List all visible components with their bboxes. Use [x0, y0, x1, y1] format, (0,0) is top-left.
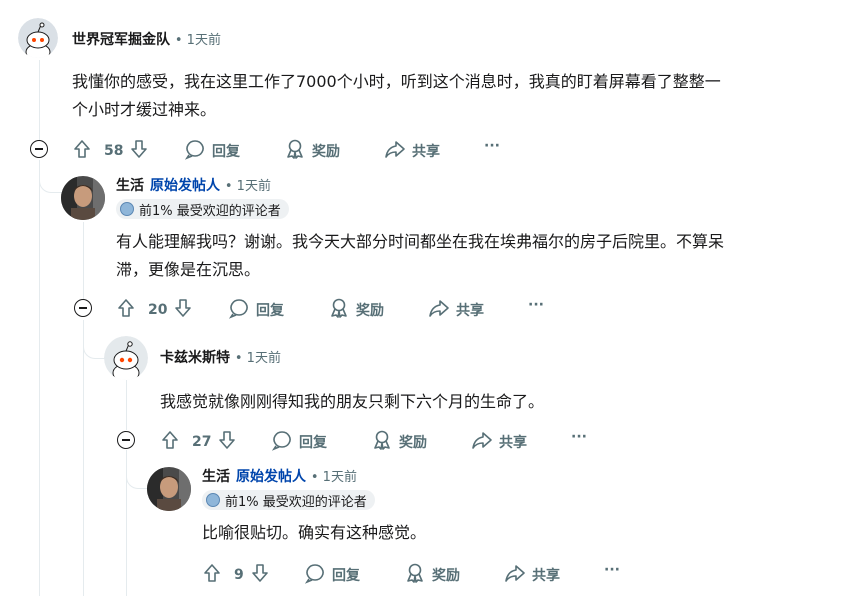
- minus-circle-icon[interactable]: [74, 299, 92, 317]
- share-button[interactable]: 共享: [471, 429, 527, 455]
- arrow-up-icon[interactable]: [160, 429, 186, 455]
- snoo-avatar-icon[interactable]: [18, 18, 58, 58]
- op-badge: 原始发帖人: [236, 469, 306, 485]
- snoo-avatar-icon[interactable]: [104, 336, 148, 380]
- arrow-up-icon[interactable]: [202, 562, 228, 588]
- vote-control: 9: [202, 562, 276, 588]
- comment-timestamp: • 1天前: [234, 351, 281, 366]
- comment-body: 我感觉就像刚刚得知我的朋友只剩下六个月的生命了。: [160, 388, 544, 416]
- vote-count: 58: [104, 143, 124, 159]
- username-link[interactable]: 世界冠军掘金队: [72, 32, 170, 48]
- arrow-down-icon[interactable]: [217, 429, 243, 455]
- username-link[interactable]: 生活: [116, 178, 144, 194]
- user-flair: 前1% 最受欢迎的评论者: [116, 199, 289, 219]
- comment-text-line: 滞，更像是在沉思。: [116, 260, 261, 279]
- arrow-down-icon[interactable]: [129, 138, 155, 164]
- thread-line: [83, 320, 84, 596]
- thread-line: [39, 160, 40, 596]
- vote-count: 27: [192, 434, 212, 450]
- flair-icon: [120, 202, 134, 216]
- thread-line: [83, 222, 84, 300]
- username-link[interactable]: 生活: [202, 469, 230, 485]
- comment-text-line: 比喻很贴切。确实有这种感觉。: [202, 523, 427, 542]
- award-icon: [328, 297, 356, 323]
- comment-author: 生活 原始发帖人 • 1天前: [116, 175, 271, 195]
- user-flair: 前1% 最受欢迎的评论者: [202, 490, 375, 510]
- minus-circle-icon[interactable]: [30, 140, 48, 158]
- vote-control: 20: [116, 297, 199, 323]
- comment-timestamp: • 1天前: [174, 33, 221, 48]
- thread-line: [126, 380, 127, 430]
- thread-connector: [83, 320, 106, 359]
- user-photo-avatar[interactable]: [147, 467, 191, 511]
- reply-button[interactable]: 回复: [304, 562, 360, 588]
- award-button[interactable]: 奖励: [284, 138, 340, 164]
- comment-author: 卡兹米斯特 • 1天前: [160, 347, 281, 367]
- share-arrow-icon: [428, 297, 456, 323]
- share-button[interactable]: 共享: [504, 562, 560, 588]
- more-options-button[interactable]: ···: [604, 562, 620, 578]
- vote-control: 58: [72, 138, 155, 164]
- comment-text-line: 个小时才缓过神来。: [72, 100, 217, 119]
- comment-body: 比喻很贴切。确实有这种感觉。: [202, 519, 426, 547]
- speech-bubble-icon: [271, 429, 299, 455]
- comment-body: 我懂你的感受，我在这里工作了7000个小时，听到这个消息时，我真的盯着屏幕看了整…: [72, 68, 721, 124]
- arrow-up-icon[interactable]: [72, 138, 98, 164]
- op-badge: 原始发帖人: [150, 178, 220, 194]
- minus-circle-icon[interactable]: [117, 431, 135, 449]
- vote-control: 27: [160, 429, 243, 455]
- vote-count: 20: [148, 302, 168, 318]
- thread-connector: [126, 450, 149, 489]
- username-link[interactable]: 卡兹米斯特: [160, 350, 230, 366]
- arrow-down-icon[interactable]: [173, 297, 199, 323]
- speech-bubble-icon: [184, 138, 212, 164]
- arrow-down-icon[interactable]: [250, 562, 276, 588]
- flair-icon: [206, 493, 220, 507]
- comment-author: 生活 原始发帖人 • 1天前: [202, 466, 357, 486]
- thread-line: [39, 60, 40, 140]
- thread-connector: [39, 160, 62, 193]
- award-icon: [284, 138, 312, 164]
- comment-author: 世界冠军掘金队 • 1天前: [72, 29, 221, 49]
- reply-button[interactable]: 回复: [228, 297, 284, 323]
- speech-bubble-icon: [304, 562, 332, 588]
- reply-button[interactable]: 回复: [184, 138, 240, 164]
- comment-text-line: 有人能理解我吗？谢谢。我今天大部分时间都坐在我在埃弗福尔的房子后院里。不算呆: [116, 232, 725, 251]
- speech-bubble-icon: [228, 297, 256, 323]
- share-arrow-icon: [471, 429, 499, 455]
- comment-timestamp: • 1天前: [310, 470, 357, 485]
- reply-button[interactable]: 回复: [271, 429, 327, 455]
- vote-count: 9: [234, 567, 244, 583]
- award-button[interactable]: 奖励: [404, 562, 460, 588]
- more-options-button[interactable]: ···: [571, 429, 587, 445]
- user-photo-avatar[interactable]: [61, 176, 105, 220]
- award-icon: [404, 562, 432, 588]
- share-button[interactable]: 共享: [384, 138, 440, 164]
- award-button[interactable]: 奖励: [371, 429, 427, 455]
- award-button[interactable]: 奖励: [328, 297, 384, 323]
- share-arrow-icon: [384, 138, 412, 164]
- comment-body: 有人能理解我吗？谢谢。我今天大部分时间都坐在我在埃弗福尔的房子后院里。不算呆 滞…: [116, 228, 724, 284]
- arrow-up-icon[interactable]: [116, 297, 142, 323]
- comment-text-line: 我感觉就像刚刚得知我的朋友只剩下六个月的生命了。: [160, 392, 545, 411]
- comment-text-line: 我懂你的感受，我在这里工作了7000个小时，听到这个消息时，我真的盯着屏幕看了整…: [72, 72, 721, 91]
- award-icon: [371, 429, 399, 455]
- share-arrow-icon: [504, 562, 532, 588]
- comment-timestamp: • 1天前: [224, 179, 271, 194]
- more-options-button[interactable]: ···: [528, 297, 544, 313]
- more-options-button[interactable]: ···: [484, 138, 500, 154]
- share-button[interactable]: 共享: [428, 297, 484, 323]
